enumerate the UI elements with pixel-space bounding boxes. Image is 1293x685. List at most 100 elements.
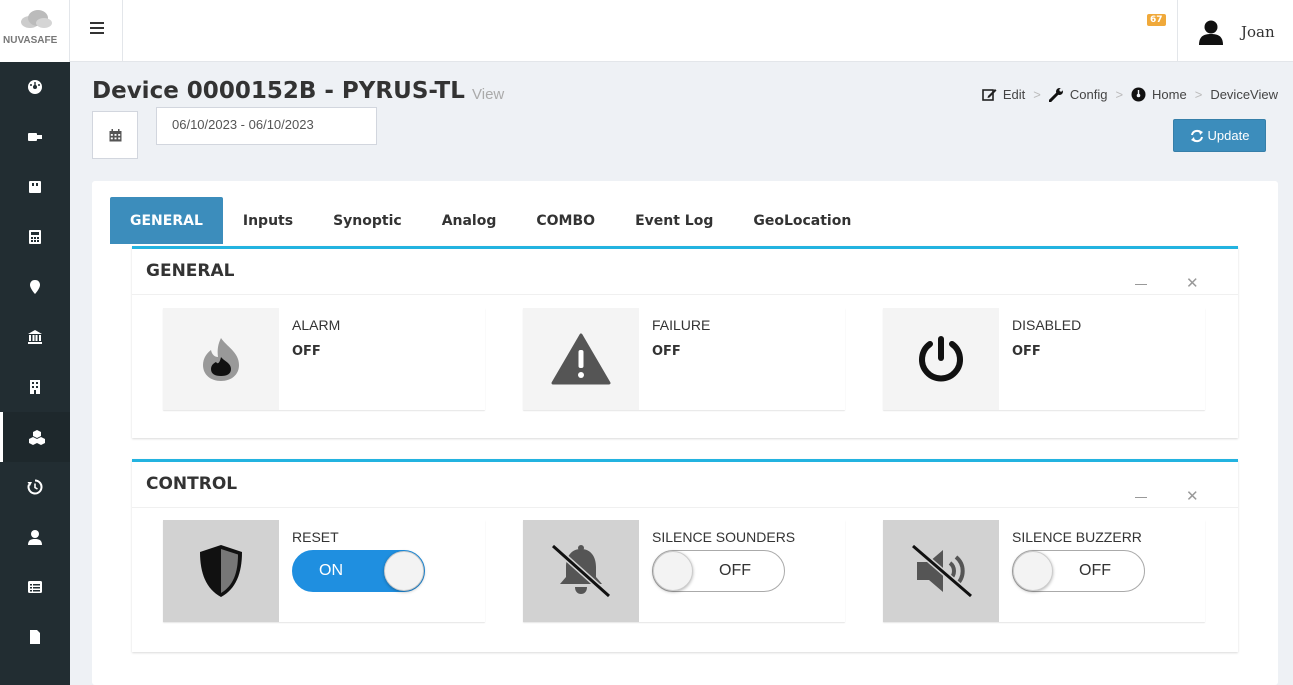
breadcrumb-current: DeviceView: [1210, 87, 1278, 102]
tab-geolocation[interactable]: GeoLocation: [733, 197, 871, 244]
user-icon: [28, 530, 42, 545]
top-navbar: NUVASAFE 67 Joan: [0, 0, 1293, 62]
sidebar-item-devices[interactable]: [0, 112, 70, 162]
toggle-knob: [1013, 551, 1053, 591]
list-icon: [28, 581, 42, 593]
sidebar-item-dashboard[interactable]: [0, 62, 70, 112]
update-button-label: Update: [1207, 128, 1250, 143]
alarm-status-box: ALARM OFF: [163, 308, 485, 410]
silence-sounders-label: SILENCE SOUNDERS: [652, 529, 796, 545]
dashboard-icon: [28, 80, 42, 94]
breadcrumb-separator: >: [1194, 87, 1203, 102]
tab-synoptic[interactable]: Synoptic: [313, 197, 422, 244]
failure-label: FAILURE: [652, 317, 711, 333]
page-title: Device 0000152B - PYRUS-TL: [92, 78, 465, 104]
sidebar-item-users[interactable]: [0, 512, 70, 562]
date-range-input[interactable]: 06/10/2023 - 06/10/2023: [156, 107, 377, 145]
disabled-label: DISABLED: [1012, 317, 1082, 333]
toggle-knob: [653, 551, 693, 591]
close-icon[interactable]: ✕: [1186, 487, 1199, 505]
warning-icon: [551, 333, 611, 385]
map-marker-icon: [30, 280, 40, 294]
sidebar: [0, 62, 70, 685]
tab-combo[interactable]: COMBO: [516, 197, 615, 244]
cloud-icon: [21, 10, 52, 28]
disabled-status-box: DISABLED OFF: [883, 308, 1205, 410]
update-button[interactable]: Update: [1173, 119, 1266, 152]
history-icon: [27, 479, 43, 495]
divider: [1177, 0, 1178, 62]
tab-inputs[interactable]: Inputs: [223, 197, 313, 244]
alarm-value: OFF: [292, 344, 321, 359]
divider: [132, 507, 1238, 508]
silence-buzzer-toggle[interactable]: OFF: [1012, 550, 1145, 592]
panel-icon: [29, 181, 41, 193]
user-name[interactable]: Joan: [1241, 23, 1275, 41]
panel-title: GENERAL: [146, 261, 235, 281]
breadcrumb-home-label: Home: [1152, 87, 1187, 102]
sidebar-item-device-groups[interactable]: [0, 412, 70, 462]
breadcrumb-home[interactable]: Home: [1131, 87, 1187, 102]
calendar-button[interactable]: [92, 111, 138, 159]
silence-sounders-toggle[interactable]: OFF: [652, 550, 785, 592]
breadcrumb: Edit > Config > Home > DeviceView: [982, 87, 1278, 102]
sidebar-item-panels[interactable]: [0, 162, 70, 212]
silence-buzzer-control-box: SILENCE BUZZERR OFF: [883, 520, 1205, 622]
failure-value: OFF: [652, 344, 681, 359]
breadcrumb-edit[interactable]: Edit: [982, 87, 1025, 102]
building-icon: [30, 380, 40, 394]
tab-general[interactable]: GENERAL: [110, 197, 223, 244]
silence-sounders-control-box: SILENCE SOUNDERS OFF: [523, 520, 845, 622]
control-panel: CONTROL ✕ RESET ON SILENCE SOUNDERS OFF …: [132, 459, 1238, 652]
wrench-icon: [1048, 88, 1063, 102]
toggle-knob: [384, 551, 424, 591]
user-icon[interactable]: [1198, 19, 1224, 45]
minimize-icon[interactable]: [1135, 497, 1147, 498]
toggle-state: OFF: [1079, 562, 1111, 579]
device-view-box: GENERAL Inputs Synoptic Analog COMBO Eve…: [92, 181, 1278, 685]
sidebar-item-institutions[interactable]: [0, 312, 70, 362]
plug-icon: [28, 133, 42, 141]
page-subtitle: View: [472, 86, 505, 103]
disabled-value: OFF: [1012, 344, 1041, 359]
divider: [122, 0, 123, 62]
breadcrumb-edit-label: Edit: [1002, 87, 1026, 102]
toggle-state: ON: [319, 562, 343, 579]
file-icon: [30, 630, 40, 644]
logo-text: NUVASAFE: [3, 35, 58, 46]
bell-slash-icon: [551, 543, 611, 599]
calendar-icon: [109, 128, 121, 141]
reset-toggle[interactable]: ON: [292, 550, 425, 592]
tab-event-log[interactable]: Event Log: [615, 197, 733, 244]
breadcrumb-separator: >: [1033, 87, 1041, 102]
menu-toggle-icon[interactable]: [90, 22, 104, 36]
calculator-icon: [29, 230, 41, 244]
close-icon[interactable]: ✕: [1186, 274, 1199, 292]
reset-label: RESET: [292, 529, 339, 545]
toggle-state: OFF: [719, 562, 751, 579]
sidebar-item-buildings[interactable]: [0, 362, 70, 412]
panel-title: CONTROL: [146, 474, 238, 494]
reset-control-box: RESET ON: [163, 520, 485, 622]
breadcrumb-separator: >: [1115, 87, 1124, 102]
volume-mute-icon: [911, 543, 973, 599]
edit-icon: [982, 89, 997, 101]
alarm-label: ALARM: [292, 317, 341, 333]
divider: [132, 294, 1238, 295]
breadcrumb-config[interactable]: Config: [1048, 87, 1108, 102]
dashboard-icon: [1131, 87, 1146, 102]
cubes-icon: [28, 430, 45, 445]
sidebar-item-history[interactable]: [0, 462, 70, 512]
notification-badge[interactable]: 67: [1147, 14, 1166, 26]
sidebar-item-calculator[interactable]: [0, 212, 70, 262]
sidebar-item-locations[interactable]: [0, 262, 70, 312]
breadcrumb-config-label: Config: [1069, 87, 1108, 102]
sidebar-item-documents[interactable]: [0, 612, 70, 662]
silence-buzzer-label: SILENCE BUZZERR: [1012, 529, 1142, 545]
tab-bar: GENERAL Inputs Synoptic Analog COMBO Eve…: [110, 197, 871, 244]
minimize-icon[interactable]: [1135, 284, 1147, 285]
fire-icon: [203, 338, 239, 381]
tab-analog[interactable]: Analog: [422, 197, 517, 244]
logo[interactable]: NUVASAFE: [0, 0, 70, 62]
sidebar-item-list[interactable]: [0, 562, 70, 612]
